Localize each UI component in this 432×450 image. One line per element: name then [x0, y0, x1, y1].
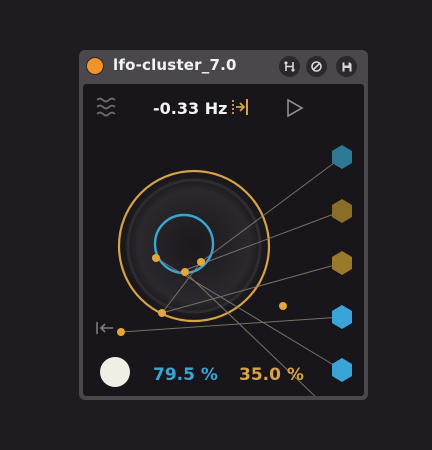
- output-node[interactable]: [332, 145, 352, 169]
- lfo-device: lfo-cluster_7.0 -0.33 Hz 79.5 % 35.0 %: [79, 50, 368, 400]
- route-button[interactable]: [279, 56, 300, 77]
- output-node[interactable]: [332, 358, 352, 382]
- lfo-point: [152, 254, 160, 262]
- device-titlebar: lfo-cluster_7.0: [79, 50, 368, 82]
- offset-percent[interactable]: 35.0 %: [239, 365, 304, 385]
- lfo-display: [96, 97, 352, 396]
- device-title: lfo-cluster_7.0: [113, 56, 237, 74]
- depth-percent[interactable]: 79.5 %: [153, 365, 218, 385]
- save-icon: [342, 62, 351, 71]
- output-node[interactable]: [332, 251, 352, 275]
- lfo-panel: -0.33 Hz 79.5 % 35.0 %: [83, 84, 364, 396]
- depth-knob[interactable]: [100, 357, 130, 387]
- save-button[interactable]: [336, 56, 357, 77]
- retrigger-icon[interactable]: [96, 322, 113, 334]
- output-node[interactable]: [332, 199, 352, 223]
- output-node[interactable]: [332, 305, 352, 329]
- lfo-point: [279, 302, 287, 310]
- hotswap-button[interactable]: [306, 56, 327, 77]
- power-toggle-button[interactable]: [86, 57, 104, 75]
- route-icon: [284, 61, 295, 72]
- frequency-value[interactable]: -0.33 Hz: [153, 99, 227, 118]
- lfo-point: [158, 309, 166, 317]
- lfo-point: [181, 268, 189, 276]
- lfo-point: [197, 258, 205, 266]
- output-nodes: [332, 145, 352, 382]
- waveform-icon[interactable]: [96, 97, 116, 117]
- tempo-sync-icon[interactable]: [232, 99, 248, 115]
- play-icon[interactable]: [287, 98, 304, 118]
- hotswap-icon: [311, 61, 322, 72]
- lfo-point: [117, 328, 125, 336]
